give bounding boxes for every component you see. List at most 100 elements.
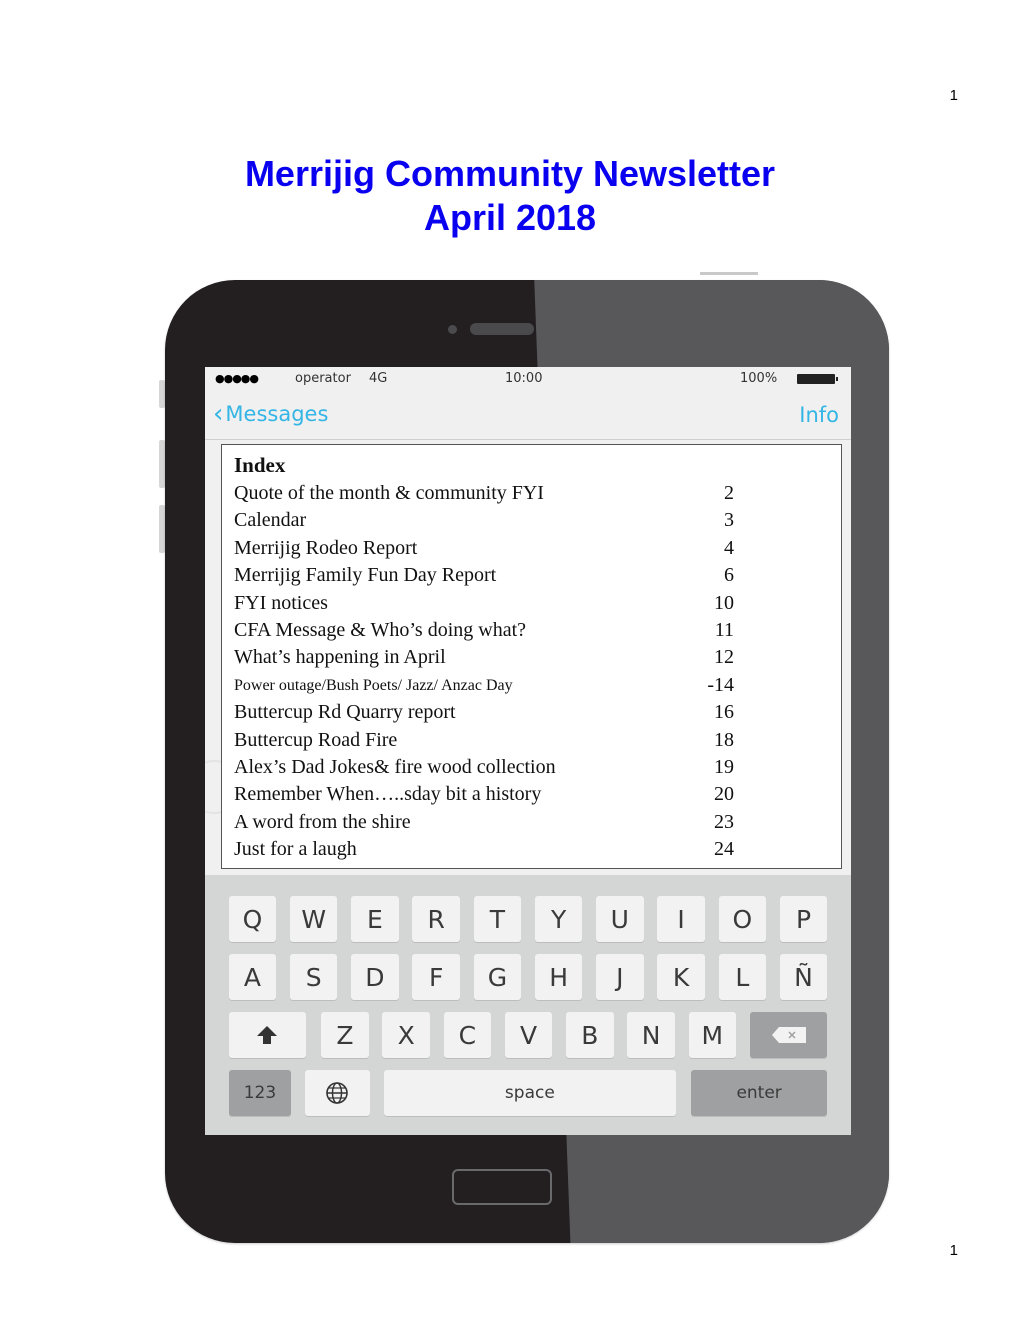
key[interactable]: P [779,896,828,942]
index-item-label: Remember When…..sday bit a history [234,783,542,806]
index-row: Remember When…..sday bit a history 20 [234,781,734,808]
key[interactable]: G [473,954,522,1000]
index-item-page: 11 [714,618,734,641]
key[interactable]: Y [534,896,583,942]
index-item-page: 18 [714,728,734,751]
index-item-label: FYI notices [234,591,328,614]
index-item-label: Buttercup Rd Quarry report [234,701,456,724]
index-item-label: Power outage/Bush Poets/ Jazz/ Anzac Day [234,676,513,694]
index-item-label: Merrijig Rodeo Report [234,536,418,559]
index-item-label: Merrijig Family Fun Day Report [234,564,497,587]
index-row: What’s happening in April 12 [234,644,734,671]
index-box: Index Quote of the month & community FYI… [221,444,842,869]
phone-power-button [700,272,758,275]
backspace-icon [771,1027,806,1043]
index-item-label: Calendar [234,509,307,532]
info-button[interactable]: Info [799,403,839,427]
index-item-page: -14 [707,673,734,696]
shift-arrow-icon [257,1026,278,1044]
space-key[interactable]: space [383,1070,677,1116]
index-row: FYI notices 10 [234,590,734,617]
phone-screen: ●●●●● operator 4G 10:00 100% ‹ Messages … [205,367,851,1135]
index-item-label: Buttercup Road Fire [234,728,398,751]
page-number-bottom: 1 [949,1242,958,1259]
globe-key[interactable] [304,1070,370,1116]
enter-key[interactable]: enter [691,1070,828,1116]
key[interactable]: A [228,954,277,1000]
index-item-page: 24 [714,838,734,861]
status-bar: ●●●●● operator 4G 10:00 100% [205,367,851,391]
index-row: Calendar 3 [234,507,734,534]
key[interactable]: E [351,896,399,942]
key[interactable]: W [289,896,338,942]
back-label: Messages [225,402,329,426]
key[interactable]: J [596,954,644,1000]
globe-icon [326,1082,349,1104]
key[interactable]: B [566,1012,614,1058]
key[interactable]: K [657,954,705,1000]
index-item-label: Just for a laugh [234,838,357,861]
page-number-top: 1 [949,87,958,104]
signal-strength-icon: ●●●●● [215,372,259,385]
title-line-1: Merrijig Community Newsletter [244,153,776,194]
index-row: Buttercup Road Fire 18 [234,727,734,754]
battery-icon [797,374,838,384]
back-button[interactable]: ‹ Messages [213,399,329,429]
chevron-left-icon: ‹ [213,399,224,429]
backspace-key[interactable] [749,1012,828,1058]
title-line-2: April 2018 [423,197,597,238]
index-heading: Index [234,453,286,477]
earpiece-speaker [470,323,534,335]
key[interactable]: S [289,954,338,1000]
index-list: Quote of the month & community FYI 2 Cale… [234,480,734,863]
index-item-page: 16 [714,701,734,724]
index-item-page: 2 [724,482,734,504]
key[interactable]: R [412,896,460,942]
index-item-page: 12 [714,646,734,669]
key[interactable]: M [688,1012,737,1058]
index-row: Quote of the month & community FYI 2 [234,480,734,507]
index-item-page: 23 [714,810,734,833]
key[interactable]: F [412,954,460,1000]
key[interactable]: C [443,1012,492,1058]
index-row: Alex’s Dad Jokes& fire wood collection 19 [234,754,734,781]
key[interactable]: D [351,954,399,1000]
key[interactable]: T [473,896,522,942]
index-item-page: 3 [724,509,734,532]
key[interactable]: X [382,1012,430,1058]
key[interactable]: Z [321,1012,369,1058]
key[interactable]: H [534,954,583,1000]
home-button[interactable] [452,1169,552,1205]
carrier-name: operator [295,371,351,386]
key[interactable]: I [657,896,705,942]
status-time: 10:00 [505,371,543,386]
index-item-label: CFA Message & Who’s doing what? [234,618,527,641]
index-row: Merrijig Family Fun Day Report 6 [234,562,734,589]
shift-key[interactable] [228,1012,307,1058]
key[interactable]: Q [228,896,277,942]
index-item-page: 19 [714,755,734,778]
index-item-label: A word from the shire [234,810,411,833]
index-item-page: 20 [714,783,734,806]
index-item-page: 10 [714,591,734,614]
key[interactable]: Ñ [779,954,828,1000]
index-row: Buttercup Rd Quarry report 16 [234,699,734,726]
index-item-label: What’s happening in April [234,646,446,669]
on-screen-keyboard: Q W E R T Y U I O P A S D F G H J K L Ñ … [205,875,851,1135]
index-row: Merrijig Rodeo Report 4 [234,535,734,562]
network-type: 4G [369,371,388,386]
key[interactable]: V [504,1012,553,1058]
navigation-bar: ‹ Messages Info [205,391,851,440]
front-camera-icon [448,325,457,334]
index-item-label: Quote of the month & community FYI [234,482,544,504]
newsletter-title: Merrijig Community Newsletter April 2018 [0,152,1020,240]
key[interactable]: L [718,954,767,1000]
key[interactable]: U [596,896,644,942]
index-row: A word from the shire 23 [234,809,734,836]
index-item-page: 6 [724,564,734,587]
key[interactable]: O [718,896,767,942]
key[interactable]: N [627,1012,675,1058]
index-item-label: Alex’s Dad Jokes& fire wood collection [234,755,556,778]
index-row: Just for a laugh 24 [234,836,734,863]
numbers-key[interactable]: 123 [228,1070,292,1116]
